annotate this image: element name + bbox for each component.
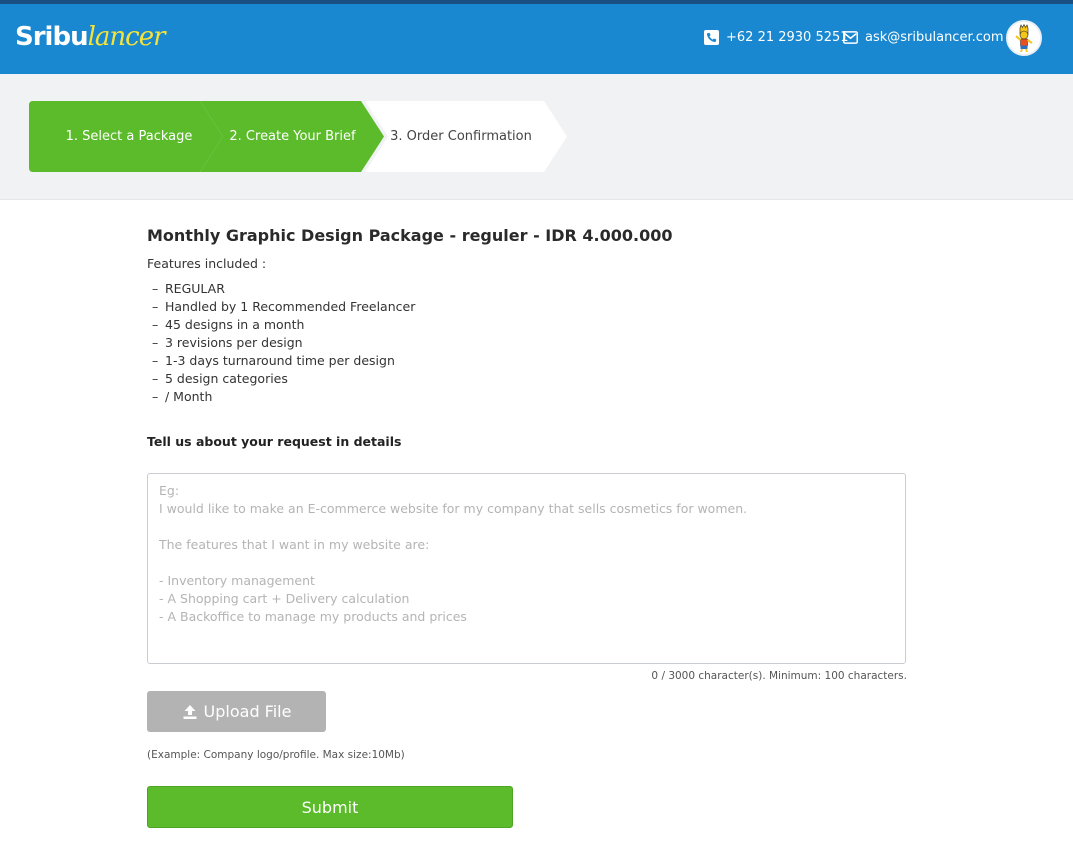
- feature-text: 3 revisions per design: [165, 335, 303, 350]
- envelope-icon: [843, 31, 858, 44]
- step-label: 2. Create Your Brief: [229, 129, 356, 144]
- feature-text: / Month: [165, 389, 213, 404]
- upload-label: Upload File: [203, 702, 292, 721]
- step-select-package[interactable]: 1. Select a Package: [29, 101, 229, 172]
- user-avatar[interactable]: [1006, 20, 1042, 56]
- email-address: ask@sribulancer.com: [865, 30, 1004, 45]
- avatar-figure-icon: [1008, 22, 1040, 54]
- feature-text: Handled by 1 Recommended Freelancer: [165, 299, 416, 314]
- list-item: –5 design categories: [152, 371, 288, 386]
- phone-icon: [704, 30, 719, 45]
- step-label: 1. Select a Package: [65, 129, 193, 144]
- brief-form: Monthly Graphic Design Package - reguler…: [147, 226, 907, 828]
- submit-button[interactable]: Submit: [147, 786, 513, 828]
- contact-phone[interactable]: +62 21 2930 5251: [704, 30, 849, 45]
- upload-icon: [183, 704, 197, 719]
- phone-number: +62 21 2930 5251: [726, 30, 849, 45]
- site-header: Sribulancer +62 21 2930 5251 ask@sribula…: [0, 4, 1073, 74]
- list-item: –3 revisions per design: [152, 335, 303, 350]
- step-create-brief[interactable]: 2. Create Your Brief: [200, 101, 385, 172]
- step-label: 3. Order Confirmation: [390, 129, 532, 144]
- character-counter: 0 / 3000 character(s). Minimum: 100 char…: [651, 670, 907, 682]
- step-order-confirmation[interactable]: 3. Order Confirmation: [365, 101, 567, 172]
- request-details-textarea[interactable]: Eg: I would like to make an E-commerce w…: [147, 473, 906, 664]
- logo-text-primary: Sribu: [15, 22, 89, 52]
- feature-text: 45 designs in a month: [165, 317, 305, 332]
- list-item: – Handled by 1 Recommended Freelancer: [152, 299, 416, 314]
- checkout-steps: 1. Select a Package 2. Create Your Brief…: [0, 74, 1073, 200]
- features-label: Features included :: [147, 256, 267, 271]
- list-item: –1-3 days turnaround time per design: [152, 353, 395, 368]
- list-item: – / Month: [152, 389, 213, 404]
- features-list: – REGULAR – Handled by 1 Recommended Freel…: [147, 280, 907, 406]
- upload-hint: (Example: Company logo/profile. Max size…: [147, 749, 405, 761]
- feature-text: 5 design categories: [165, 371, 288, 386]
- feature-text: 1-3 days turnaround time per design: [165, 353, 395, 368]
- details-label: Tell us about your request in details: [147, 434, 402, 449]
- list-item: –45 designs in a month: [152, 317, 305, 332]
- package-title: Monthly Graphic Design Package - reguler…: [147, 226, 673, 245]
- logo-text-accent: lancer: [87, 22, 166, 52]
- sribulancer-logo[interactable]: Sribulancer: [15, 22, 166, 52]
- contact-email[interactable]: ask@sribulancer.com: [843, 30, 1004, 45]
- upload-file-button[interactable]: Upload File: [147, 691, 326, 732]
- list-item: – REGULAR: [152, 281, 225, 296]
- feature-text: REGULAR: [165, 281, 225, 296]
